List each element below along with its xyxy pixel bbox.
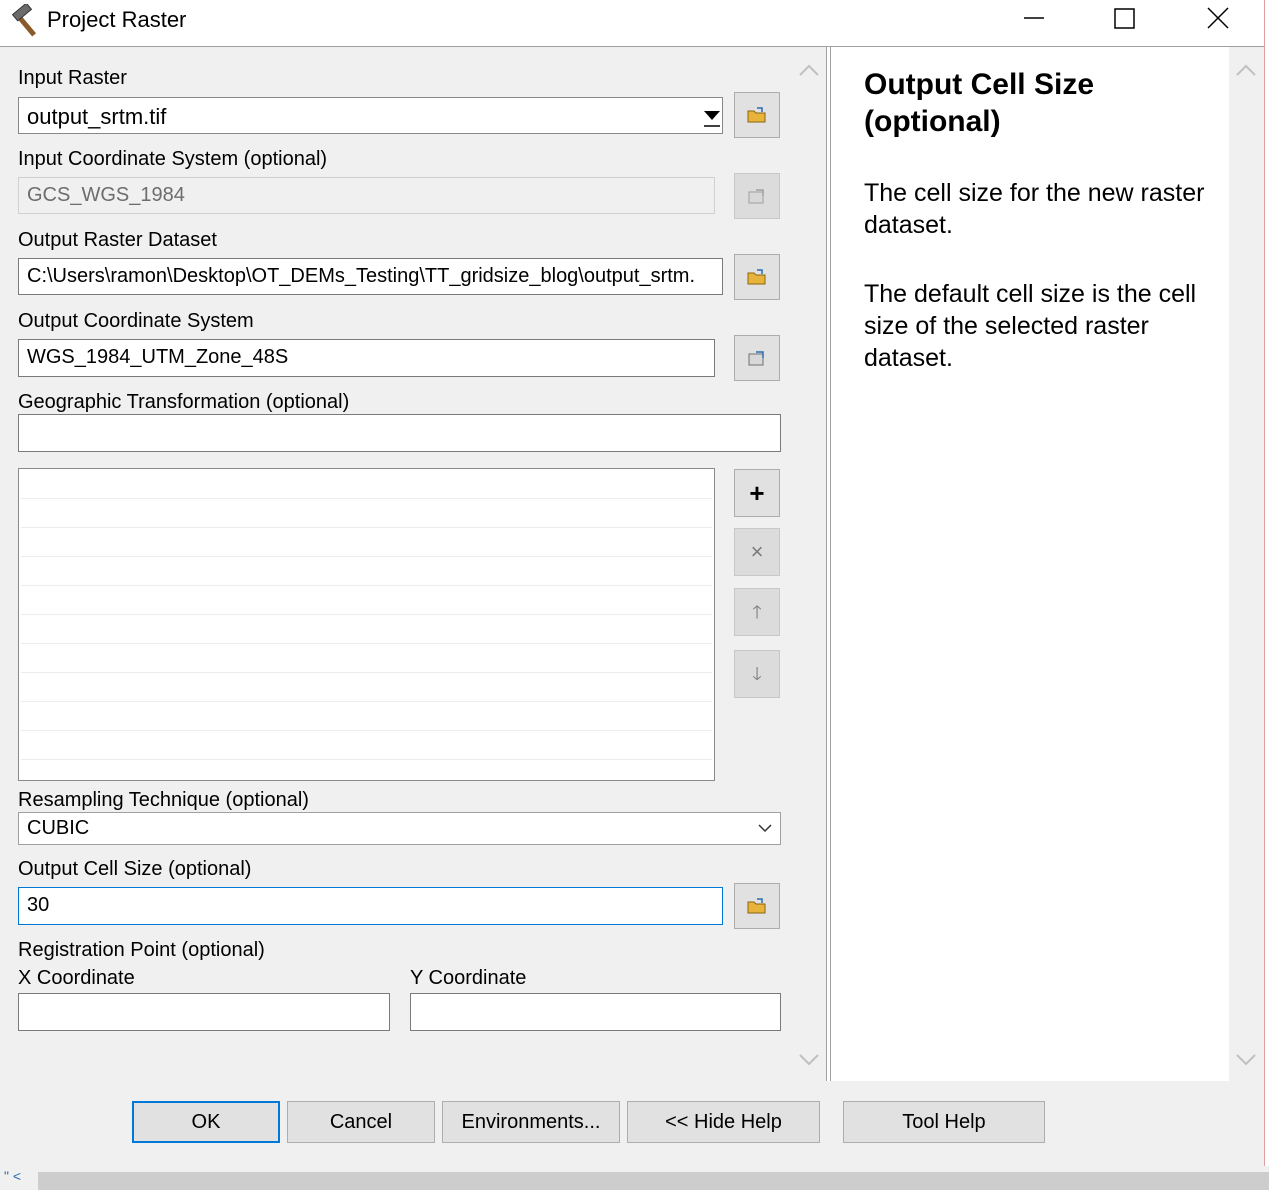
plus-icon: +: [749, 478, 765, 508]
ok-button[interactable]: OK: [132, 1101, 280, 1143]
help-title: Output Cell Size (optional): [864, 68, 1095, 138]
horizontal-scrollbar[interactable]: [38, 1172, 1269, 1190]
strip-text: " <: [4, 1168, 22, 1184]
maximize-button[interactable]: [1090, 0, 1160, 40]
close-icon: [1207, 7, 1229, 29]
help-scrollbar[interactable]: [1229, 47, 1264, 1081]
remove-icon: ×: [750, 539, 764, 564]
input-raster-browse-button[interactable]: [734, 92, 780, 138]
hide-help-button[interactable]: << Hide Help: [627, 1101, 820, 1143]
list-row-divider: [21, 701, 712, 702]
input-raster-combobox[interactable]: output_srtm.tif: [18, 97, 723, 134]
remove-button: ×: [734, 528, 780, 576]
cell-size-label: Output Cell Size (optional): [18, 858, 252, 880]
folder-icon: [747, 269, 766, 285]
list-row-divider: [21, 527, 712, 528]
minimize-icon: [1024, 17, 1044, 19]
list-row-divider: [21, 556, 712, 557]
output-coord-label: Output Coordinate System: [18, 310, 254, 332]
output-coord-field[interactable]: WGS_1984_UTM_Zone_48S: [18, 339, 715, 377]
y-coordinate-label: Y Coordinate: [410, 967, 527, 989]
list-row-divider: [21, 643, 712, 644]
resampling-select[interactable]: CUBIC: [18, 812, 781, 845]
environments-button[interactable]: Environments...: [442, 1101, 620, 1143]
hammer-icon: [10, 2, 44, 38]
tool-help-button[interactable]: Tool Help: [843, 1101, 1045, 1143]
output-raster-field[interactable]: C:\Users\ramon\Desktop\OT_DEMs_Testing\T…: [18, 258, 723, 295]
folder-icon: [747, 107, 766, 123]
minimize-button[interactable]: [1000, 0, 1070, 40]
properties-icon: [748, 351, 764, 366]
list-row-divider: [21, 498, 712, 499]
cell-size-input[interactable]: 30: [18, 887, 723, 925]
list-row-divider: [21, 614, 712, 615]
help-paragraph: The default cell size is the cell size o…: [864, 280, 1197, 372]
input-raster-value: output_srtm.tif: [27, 104, 167, 129]
output-raster-label: Output Raster Dataset: [18, 229, 217, 251]
scroll-down-icon[interactable]: [1229, 1045, 1262, 1075]
x-coordinate-label: X Coordinate: [18, 967, 135, 989]
list-row-divider: [21, 759, 712, 760]
move-up-button: 🡑: [734, 588, 780, 636]
arrow-down-icon: 🡓: [752, 664, 762, 684]
output-coord-properties-button[interactable]: [734, 335, 780, 381]
input-coord-label: Input Coordinate System (optional): [18, 148, 328, 170]
chevron-down-icon: [758, 824, 772, 833]
list-row-divider: [21, 585, 712, 586]
parameters-scrollbar[interactable]: [793, 47, 826, 1081]
x-coordinate-input[interactable]: [18, 993, 390, 1031]
move-down-button: 🡓: [734, 650, 780, 698]
scroll-down-icon[interactable]: [793, 1045, 826, 1075]
input-coord-properties-button: [734, 173, 780, 219]
title-bar: [0, 0, 1264, 47]
list-row-divider: [21, 730, 712, 731]
window-border: [1264, 0, 1265, 1166]
close-button[interactable]: [1182, 0, 1252, 40]
resampling-value: CUBIC: [27, 817, 90, 839]
scroll-up-icon[interactable]: [1229, 55, 1262, 85]
geo-transform-label: Geographic Transformation (optional): [18, 391, 350, 413]
input-coord-field: GCS_WGS_1984: [18, 177, 715, 214]
help-paragraph: The cell size for the new raster dataset…: [864, 179, 1205, 239]
window-title: Project Raster: [47, 7, 187, 32]
resampling-label: Resampling Technique (optional): [18, 789, 309, 811]
cell-size-browse-button[interactable]: [734, 883, 780, 929]
list-row-divider: [21, 672, 712, 673]
dropdown-arrow-icon[interactable]: [703, 105, 721, 129]
input-raster-label: Input Raster: [18, 67, 127, 89]
y-coordinate-input[interactable]: [410, 993, 781, 1031]
cancel-button[interactable]: Cancel: [287, 1101, 435, 1143]
geo-transform-combobox[interactable]: [18, 414, 781, 452]
scroll-up-icon[interactable]: [793, 55, 826, 85]
transformation-list[interactable]: [18, 468, 715, 781]
maximize-icon: [1114, 8, 1135, 29]
registration-label: Registration Point (optional): [18, 939, 265, 961]
add-button[interactable]: +: [734, 469, 780, 517]
arrow-up-icon: 🡑: [752, 602, 762, 622]
folder-icon: [747, 898, 766, 914]
output-raster-browse-button[interactable]: [734, 254, 780, 300]
properties-icon: [748, 189, 764, 204]
